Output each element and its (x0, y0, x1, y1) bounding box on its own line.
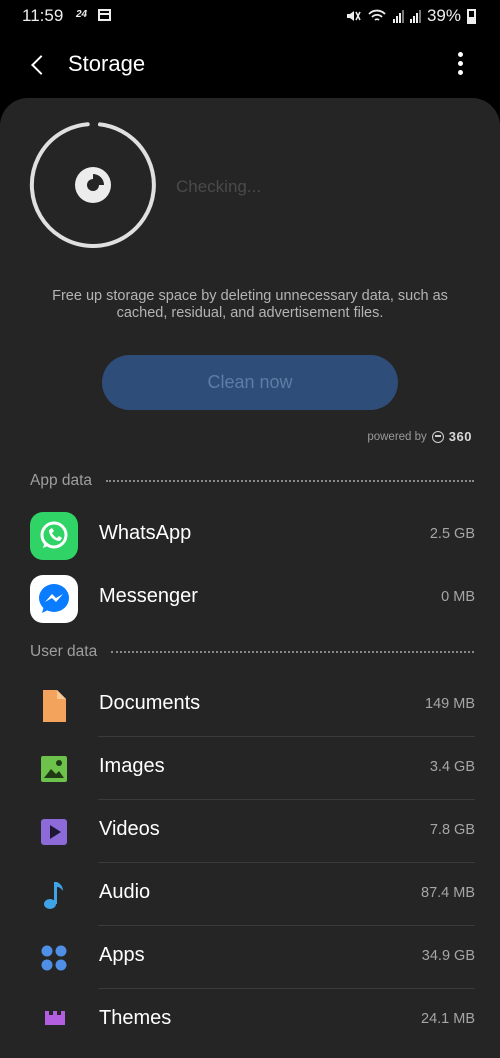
powered-by-label: powered by (367, 430, 427, 443)
messenger-icon (30, 575, 78, 623)
item-size: 149 MB (425, 696, 475, 712)
item-label: Apps (99, 944, 145, 966)
wifi-icon (368, 9, 386, 21)
whatsapp-icon (30, 512, 78, 560)
item-size: 3.4 GB (429, 759, 475, 775)
page-title: Storage (68, 51, 146, 76)
list-item-images[interactable]: Images 3.4 GB (0, 737, 500, 800)
document-icon (43, 690, 66, 722)
list-item-themes[interactable]: Themes 24.1 MB (0, 989, 500, 1052)
item-size: 2.5 GB (429, 526, 475, 542)
app-bar: Storage (0, 34, 500, 96)
apps-icon (41, 945, 67, 971)
item-label: Audio (99, 881, 151, 903)
list-item-videos[interactable]: Videos 7.8 GB (0, 800, 500, 863)
list-item-whatsapp[interactable]: WhatsApp 2.5 GB (0, 504, 500, 567)
status-bar: 11:59 24 39% (0, 0, 500, 34)
mute-icon (346, 11, 361, 21)
image-icon (41, 756, 67, 782)
brand-360: 360 (448, 429, 472, 444)
list-item-documents[interactable]: Documents 149 MB (0, 674, 500, 737)
item-size: 24.1 MB (421, 1011, 475, 1027)
audio-icon (44, 882, 63, 909)
section-app-data: App data (30, 471, 474, 491)
item-label: Themes (99, 1007, 172, 1029)
status-24-badge: 24 (76, 9, 88, 20)
scan-status: Checking... (176, 177, 262, 196)
clean-description: Free up storage space by deleting unnece… (52, 288, 448, 321)
section-title: User data (30, 643, 98, 660)
list-item-apps[interactable]: Apps 34.9 GB (0, 926, 500, 989)
item-size: 7.8 GB (429, 822, 475, 838)
signal-icon (392, 9, 404, 23)
360-logo-icon (431, 430, 444, 443)
scan-progress-icon (29, 122, 156, 248)
section-divider (106, 480, 474, 482)
section-user-data: User data (30, 642, 474, 662)
item-label: WhatsApp (99, 522, 192, 544)
item-label: Documents (99, 692, 201, 714)
section-divider (111, 651, 474, 653)
item-label: Messenger (99, 585, 198, 607)
battery-icon (467, 8, 476, 24)
back-button[interactable] (26, 50, 52, 80)
more-options-icon[interactable] (448, 52, 472, 78)
item-size: 0 MB (441, 589, 475, 605)
section-title: App data (30, 472, 93, 489)
status-time: 11:59 (22, 6, 64, 25)
signal-icon-2 (409, 9, 421, 23)
list-item-audio[interactable]: Audio 87.4 MB (0, 863, 500, 926)
item-label: Videos (99, 818, 160, 840)
item-label: Images (99, 755, 165, 777)
themes-icon (45, 1011, 65, 1025)
battery-percent: 39% (426, 6, 461, 25)
calendar-icon (98, 9, 111, 21)
list-item-messenger[interactable]: Messenger 0 MB (0, 567, 500, 630)
item-size: 34.9 GB (421, 948, 475, 964)
powered-by: powered by 360 (367, 429, 472, 444)
clean-now-button[interactable]: Clean now (102, 355, 398, 410)
item-size: 87.4 MB (421, 885, 475, 901)
video-icon (41, 819, 67, 845)
status-icons: 39% (345, 6, 476, 26)
